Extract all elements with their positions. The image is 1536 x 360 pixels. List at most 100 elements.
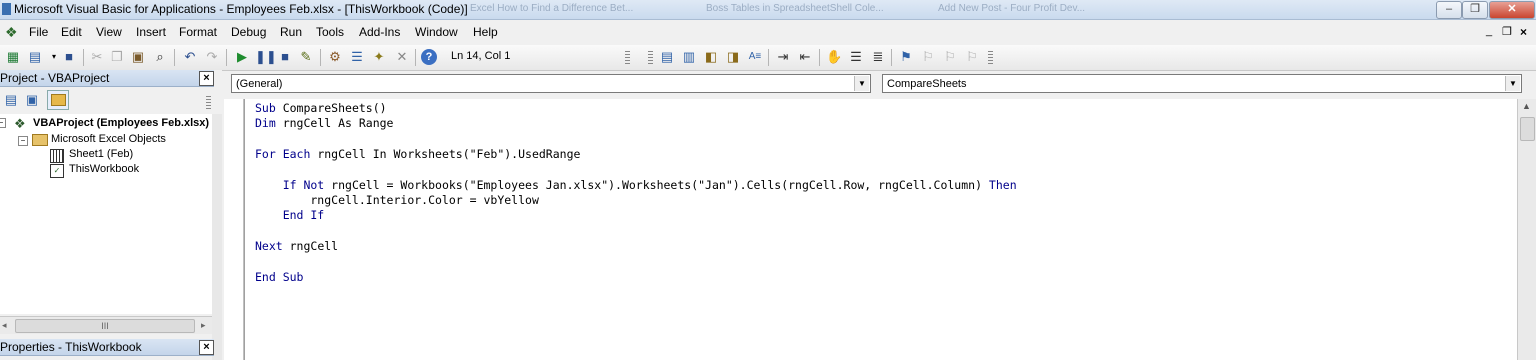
tree-root-vbaproject[interactable]: VBAProject (Employees Feb.xlsx) [33, 117, 209, 129]
properties-window-icon[interactable]: ☰ [349, 49, 365, 65]
panel-grip[interactable] [206, 96, 211, 110]
object-combo[interactable]: (General) ▼ [231, 74, 871, 93]
toolbar-grip[interactable] [648, 51, 653, 65]
comment-block-icon[interactable]: ☰ [848, 49, 864, 65]
help-icon[interactable]: ? [421, 49, 437, 65]
close-button[interactable]: ✕ [1489, 1, 1535, 19]
code-text: rngCell As Range [275, 116, 394, 130]
background-tab: Boss Tables in SpreadsheetShell Cole... [706, 3, 884, 14]
code-line[interactable]: Dim rngCell As Range [255, 116, 393, 130]
break-icon[interactable]: ❚❚ [255, 49, 277, 65]
parameter-info-icon[interactable]: ◨ [725, 49, 741, 65]
chevron-down-icon[interactable]: ▼ [1505, 76, 1520, 91]
folder-icon [51, 94, 66, 106]
scroll-thumb[interactable] [1520, 117, 1535, 141]
outdent-icon[interactable]: ⇤ [797, 49, 813, 65]
code-keyword: Next [255, 239, 283, 253]
menu-edit[interactable]: Edit [61, 25, 82, 39]
code-line[interactable]: If Not rngCell = Workbooks("Employees Ja… [255, 178, 1017, 192]
collapse-toggle[interactable]: − [0, 118, 6, 128]
mdi-close-button[interactable]: × [1520, 25, 1527, 39]
menu-help[interactable]: Help [473, 25, 498, 39]
view-excel-icon[interactable]: ▦ [5, 49, 21, 65]
complete-word-icon[interactable]: A≡ [747, 49, 763, 65]
indent-icon[interactable]: ⇥ [775, 49, 791, 65]
menu-add-ins[interactable]: Add-Ins [359, 25, 400, 39]
dropdown-arrow-icon[interactable]: ▾ [46, 49, 62, 65]
code-line[interactable]: rngCell.Interior.Color = vbYellow [255, 193, 539, 207]
find-icon[interactable]: ⌕ [152, 49, 168, 65]
toolbar-grip[interactable] [988, 51, 993, 65]
list-constants-icon[interactable]: ▥ [681, 49, 697, 65]
project-hscrollbar[interactable]: ◂ III ▸ [0, 316, 212, 334]
menu-run[interactable]: Run [280, 25, 302, 39]
menu-insert[interactable]: Insert [136, 25, 166, 39]
menu-window[interactable]: Window [415, 25, 458, 39]
chevron-down-icon[interactable]: ▼ [854, 76, 869, 91]
tree-item-thisworkbook[interactable]: ThisWorkbook [69, 163, 139, 175]
code-line[interactable]: End If [255, 208, 325, 222]
scroll-up-icon[interactable]: ▲ [1522, 101, 1531, 111]
code-line[interactable]: Sub CompareSheets() [255, 101, 387, 115]
object-combo-value: (General) [236, 78, 283, 90]
toolbar-separator [891, 49, 892, 66]
collapse-toggle[interactable]: − [18, 136, 28, 146]
previous-bookmark-icon[interactable]: ⚐ [942, 49, 958, 65]
paste-icon[interactable]: ▣ [130, 49, 146, 65]
uncomment-block-icon[interactable]: ≣ [870, 49, 886, 65]
cut-icon[interactable]: ✂ [89, 49, 105, 65]
tree-item-sheet1[interactable]: Sheet1 (Feb) [69, 148, 133, 160]
toolbox-icon[interactable]: ✕ [394, 49, 410, 65]
splitter[interactable] [212, 114, 222, 360]
code-line[interactable]: For Each rngCell In Worksheets("Feb").Us… [255, 147, 580, 161]
mdi-minimize-button[interactable]: _ [1486, 25, 1492, 37]
scroll-left-icon[interactable]: ◂ [2, 320, 7, 331]
minimize-button[interactable]: – [1436, 1, 1462, 19]
toolbar-grip[interactable] [625, 51, 630, 65]
procedure-combo[interactable]: CompareSheets ▼ [882, 74, 1522, 93]
menu-file[interactable]: File [29, 25, 48, 39]
toggle-breakpoint-icon[interactable]: ✋ [826, 49, 842, 65]
toolbar-separator [415, 49, 416, 66]
tree-folder-excel-objects[interactable]: Microsoft Excel Objects [51, 133, 166, 145]
run-icon[interactable]: ▶ [234, 49, 250, 65]
project-explorer-icon[interactable]: ⚙ [327, 49, 343, 65]
toggle-bookmark-icon[interactable]: ⚑ [898, 49, 914, 65]
code-text: rngCell In Worksheets("Feb").UsedRange [310, 147, 581, 161]
code-text: rngCell.Interior.Color = vbYellow [255, 193, 539, 207]
project-panel-close-button[interactable]: × [199, 71, 214, 86]
reset-icon[interactable]: ■ [277, 49, 293, 65]
quick-info-icon[interactable]: ◧ [703, 49, 719, 65]
code-keyword: End Sub [255, 270, 304, 284]
redo-icon[interactable]: ↷ [204, 49, 220, 65]
menu-format[interactable]: Format [179, 25, 217, 39]
mdi-restore-button[interactable]: ❐ [1502, 25, 1512, 38]
clear-bookmarks-icon[interactable]: ⚐ [964, 49, 980, 65]
code-text: rngCell [282, 239, 339, 253]
vba-menu-icon[interactable]: ❖ [5, 24, 18, 41]
view-object-icon[interactable]: ▣ [24, 92, 40, 108]
code-vscrollbar[interactable]: ▲ [1517, 99, 1536, 360]
menu-view[interactable]: View [96, 25, 122, 39]
insert-module-icon[interactable]: ▤ [27, 49, 43, 65]
scroll-thumb[interactable]: III [15, 319, 195, 333]
menu-tools[interactable]: Tools [316, 25, 344, 39]
design-mode-icon[interactable]: ✎ [298, 49, 314, 65]
scroll-right-icon[interactable]: ▸ [201, 320, 206, 331]
maximize-button[interactable]: ❐ [1462, 1, 1488, 19]
copy-icon[interactable]: ❐ [109, 49, 125, 65]
view-code-icon[interactable]: ▤ [3, 92, 19, 108]
code-line[interactable]: End Sub [255, 270, 303, 284]
project-panel-title-text: Project - VBAProject [0, 71, 110, 85]
next-bookmark-icon[interactable]: ⚐ [920, 49, 936, 65]
list-properties-icon[interactable]: ▤ [659, 49, 675, 65]
menu-debug[interactable]: Debug [231, 25, 266, 39]
undo-icon[interactable]: ↶ [182, 49, 198, 65]
object-browser-icon[interactable]: ✦ [371, 49, 387, 65]
code-editor[interactable]: Sub CompareSheets() Dim rngCell As Range… [244, 99, 1518, 360]
save-icon[interactable]: ■ [61, 49, 77, 65]
code-margin-indicator-bar[interactable] [224, 99, 244, 360]
code-line[interactable]: Next rngCell [255, 239, 338, 253]
toggle-folders-button[interactable] [47, 90, 69, 110]
properties-panel-close-button[interactable]: × [199, 340, 214, 355]
